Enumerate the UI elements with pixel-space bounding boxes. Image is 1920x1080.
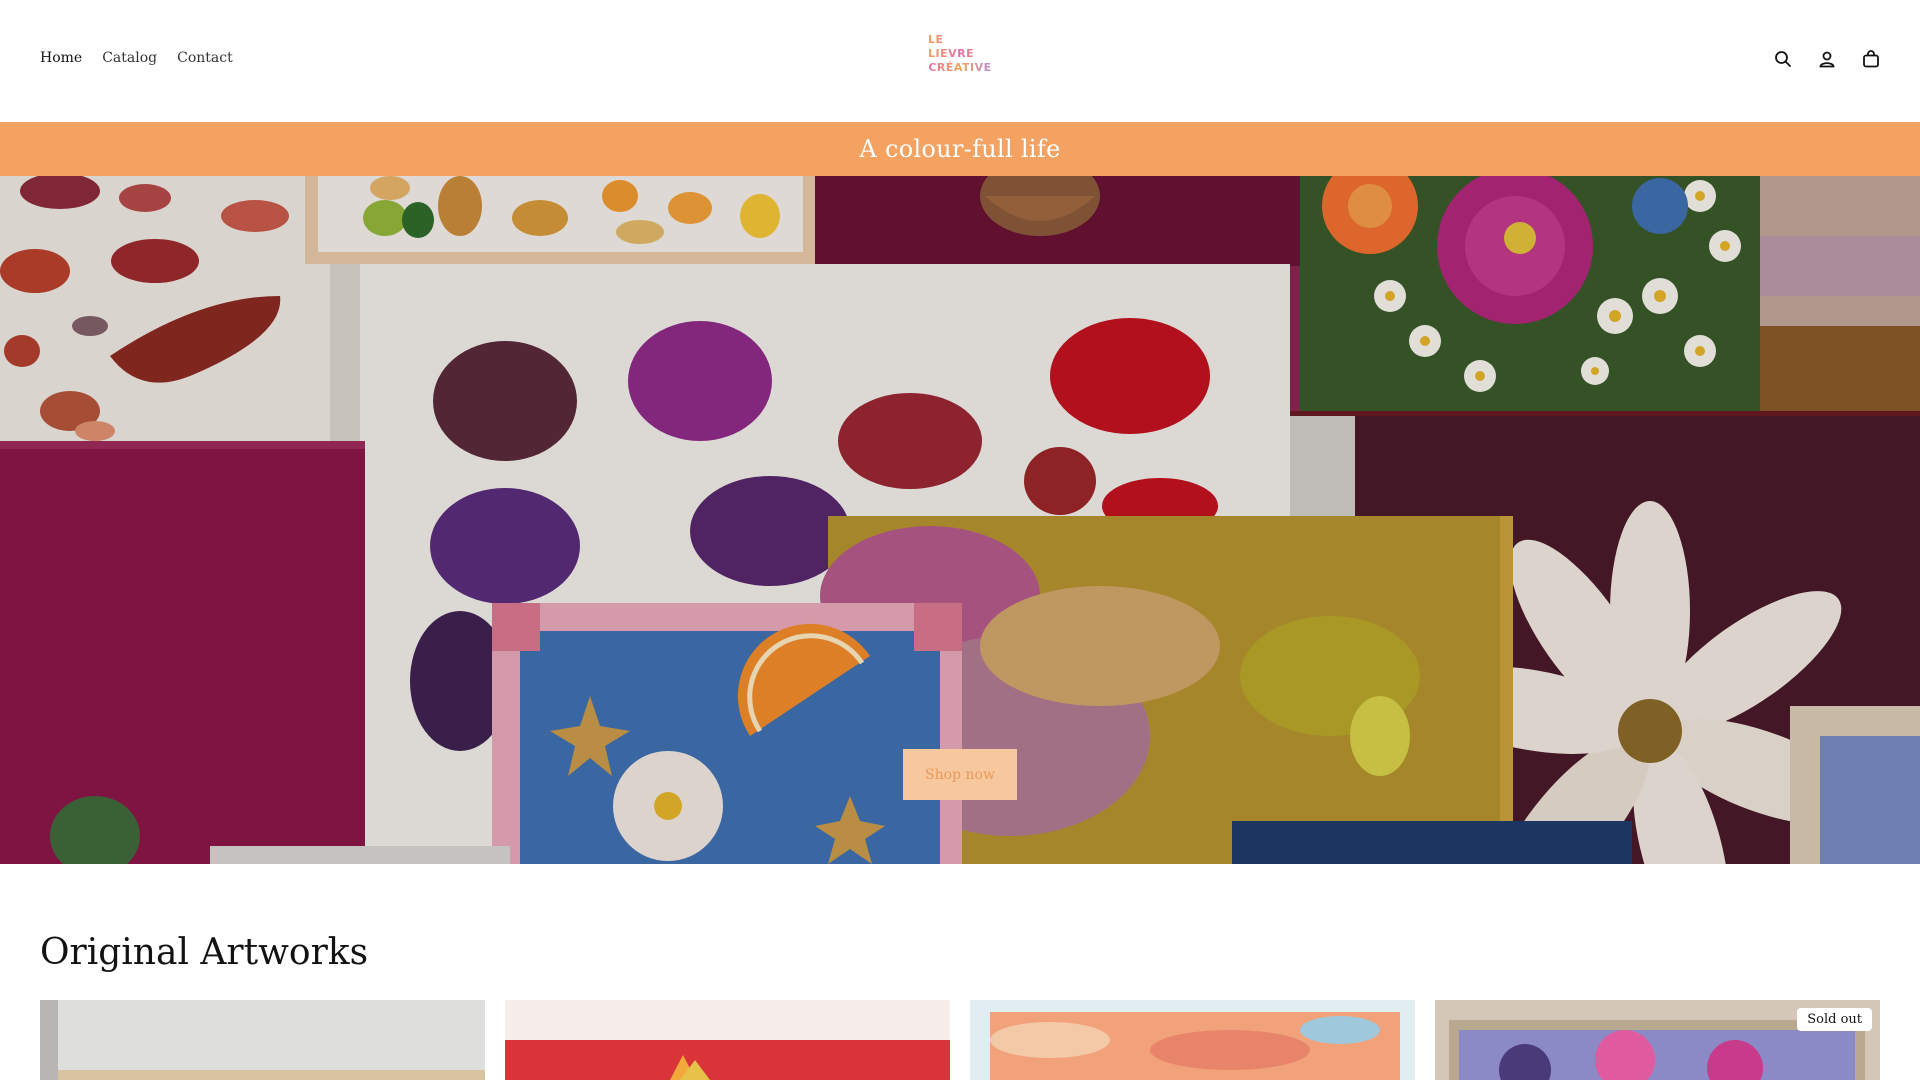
logo-line-2: CRÉATIVE xyxy=(928,61,992,74)
nav-contact-link[interactable]: Contact xyxy=(177,50,233,66)
product-card[interactable] xyxy=(505,1000,950,1080)
product-card[interactable]: Sold out xyxy=(1435,1000,1880,1080)
header-icons xyxy=(1774,50,1880,68)
announcement-text: A colour-full life xyxy=(859,135,1061,163)
product-image xyxy=(40,1000,485,1080)
nav-catalog-link[interactable]: Catalog xyxy=(102,50,157,66)
product-card[interactable] xyxy=(40,1000,485,1080)
product-image xyxy=(505,1000,950,1080)
account-icon[interactable] xyxy=(1818,50,1836,68)
product-card[interactable] xyxy=(970,1000,1415,1080)
site-logo[interactable]: LE LIEVRE CRÉATIVE xyxy=(928,33,992,74)
logo-line-1: LE LIEVRE xyxy=(928,33,992,61)
product-grid: Sold out xyxy=(40,1000,1880,1080)
announcement-bar: A colour-full life xyxy=(0,122,1920,176)
cart-icon[interactable] xyxy=(1862,50,1880,68)
site-header: Home Catalog Contact LE LIEVRE CRÉATIVE xyxy=(0,0,1920,122)
sold-out-badge: Sold out xyxy=(1797,1008,1872,1031)
main-nav: Home Catalog Contact xyxy=(40,50,233,66)
product-image xyxy=(970,1000,1415,1080)
shop-now-button[interactable]: Shop now xyxy=(903,749,1017,800)
collection-title: Original Artworks xyxy=(40,932,369,973)
search-icon[interactable] xyxy=(1774,50,1792,68)
nav-home-link[interactable]: Home xyxy=(40,50,82,66)
hero-banner: Shop now xyxy=(0,176,1920,864)
